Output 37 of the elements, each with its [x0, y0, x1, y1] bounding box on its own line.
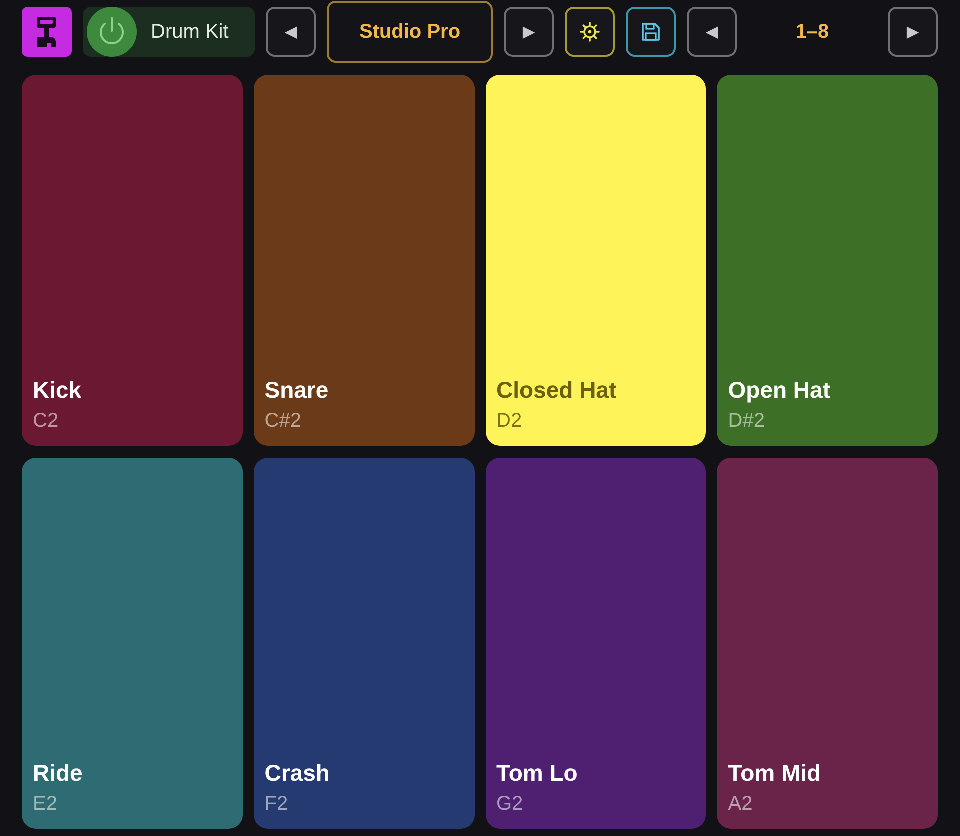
app-logo-icon	[22, 7, 72, 57]
midi-note-label: C#2	[264, 409, 302, 434]
pad-name-label: Tom Lo	[496, 759, 578, 787]
midi-note-label: A2	[728, 792, 753, 817]
drum-pad[interactable]: Tom Lo G2	[486, 458, 706, 829]
save-button[interactable]	[626, 7, 676, 57]
pad-name-label: Kick	[33, 376, 82, 404]
midi-note-label: D2	[496, 409, 522, 434]
drum-pad[interactable]: Tom Mid A2	[717, 458, 938, 829]
pad-name-label: Crash	[264, 759, 330, 787]
previous-preset-button[interactable]: ◀	[266, 7, 316, 57]
previous-page-button[interactable]: ◀	[687, 7, 737, 57]
drum-pad[interactable]: Kick C2	[22, 75, 243, 446]
settings-button[interactable]	[565, 7, 615, 57]
drum-pad[interactable]: Closed Hat D2	[486, 75, 706, 446]
midi-note-label: C2	[33, 409, 59, 434]
drum-pad[interactable]: Open Hat D#2	[717, 75, 938, 446]
drum-pad[interactable]: Ride E2	[22, 458, 243, 829]
midi-note-label: E2	[33, 792, 58, 817]
preset-button[interactable]: Studio Pro	[327, 1, 493, 63]
next-preset-button[interactable]: ▶	[504, 7, 554, 57]
pad-name-label: Ride	[33, 759, 83, 787]
drum-pad[interactable]: Crash F2	[254, 458, 474, 829]
app-logo-button[interactable]	[22, 7, 72, 57]
midi-note-label: G2	[496, 792, 524, 817]
drum-pad[interactable]: Snare C#2	[254, 75, 474, 446]
pad-name-label: Tom Mid	[728, 759, 822, 787]
settings-icon	[580, 22, 600, 42]
page-range-label: 1–8	[796, 20, 830, 44]
pad-name-label: Snare	[264, 376, 329, 404]
save-icon	[641, 22, 661, 42]
midi-note-label: D#2	[728, 409, 765, 434]
pad-name-label: Closed Hat	[496, 376, 617, 404]
pad-name-label: Open Hat	[728, 376, 830, 404]
next-page-button[interactable]: ▶	[888, 7, 938, 57]
instrument-toggle[interactable]: Drum Kit	[83, 7, 255, 57]
midi-note-label: F2	[264, 792, 288, 817]
